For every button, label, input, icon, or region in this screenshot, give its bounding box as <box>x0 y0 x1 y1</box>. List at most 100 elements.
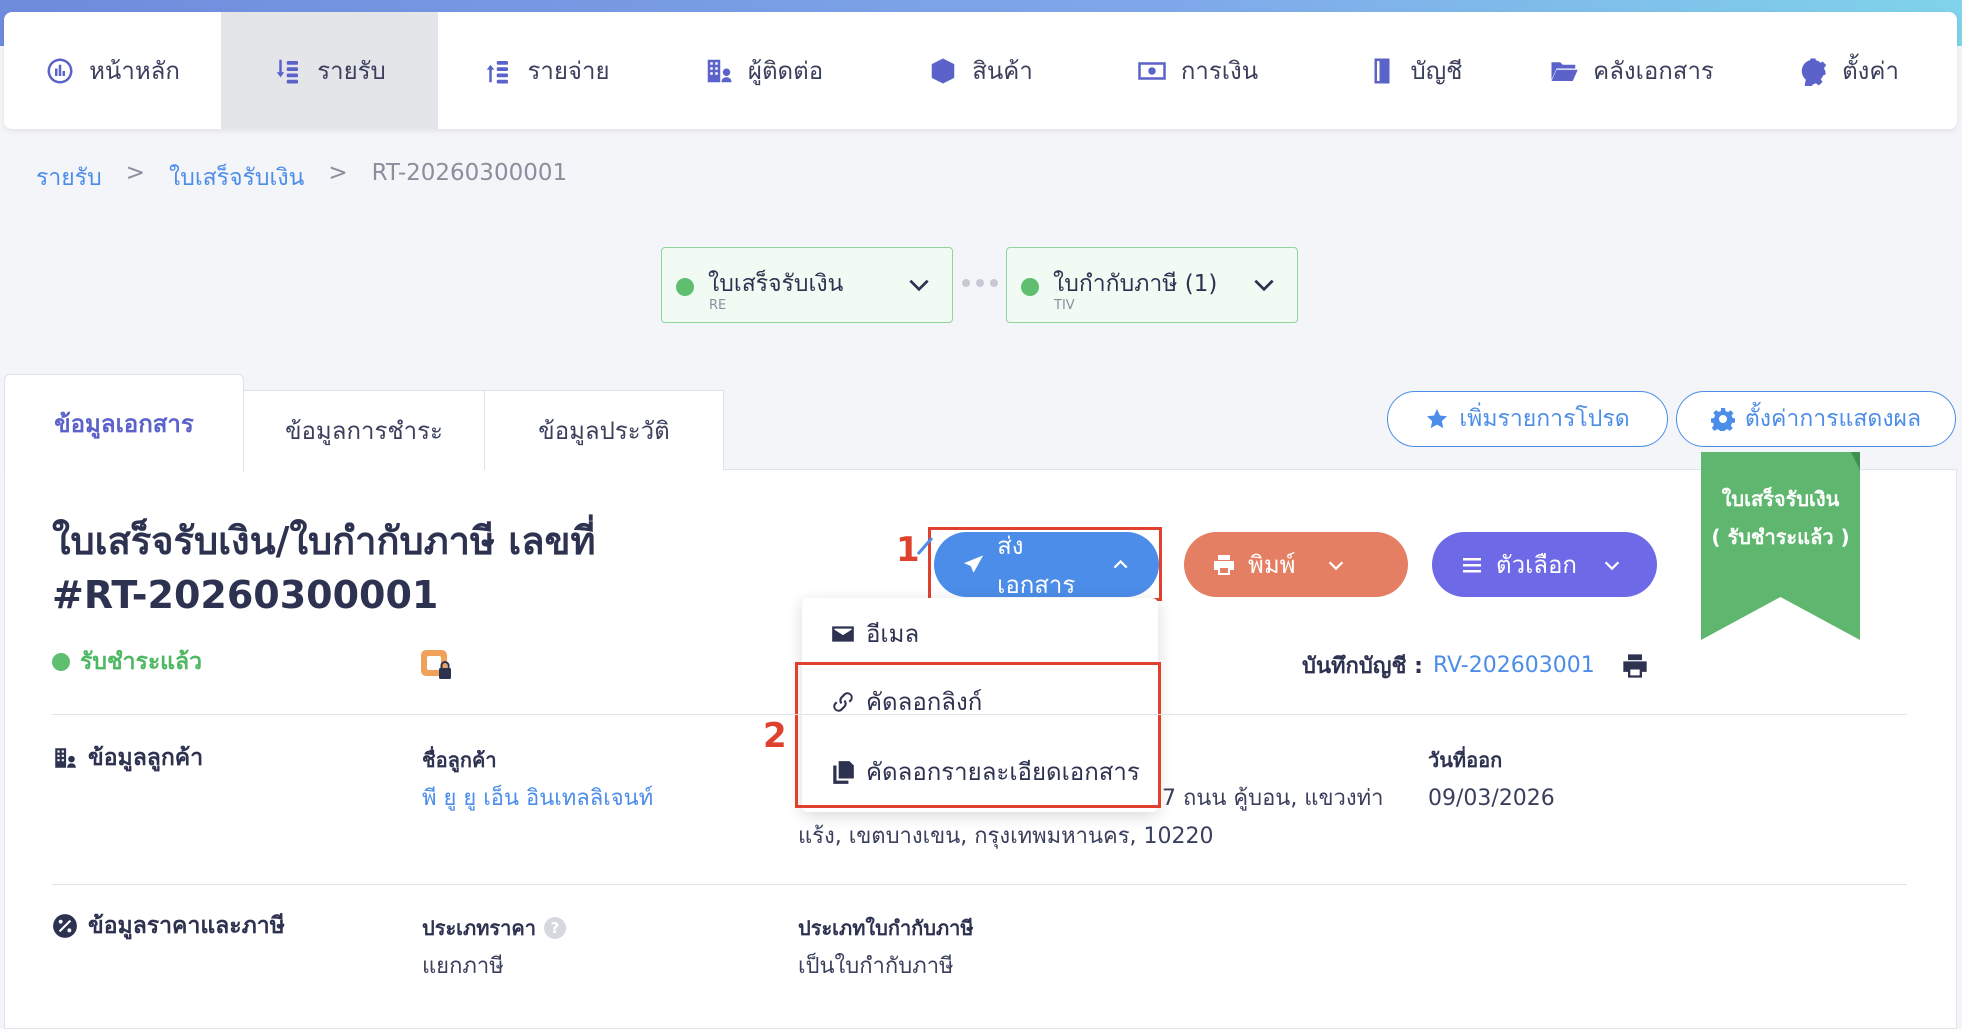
issue-date-label: วันที่ออก <box>1428 748 1503 772</box>
ribbon-line-1: ใบเสร็จรับเงิน <box>1721 487 1840 511</box>
nav-label: การเงิน <box>1180 57 1259 85</box>
nav-item-contacts[interactable]: ผู้ติดต่อ <box>655 12 872 129</box>
main-navbar: หน้าหลัก รายรับ รายจ่าย ผู้ติดต่อ สินค้า… <box>4 12 1957 129</box>
accounting-link[interactable]: RV-202603001 <box>1433 653 1595 678</box>
chevron-down-icon[interactable] <box>906 272 932 298</box>
nav-item-finance[interactable]: การเงิน <box>1089 12 1306 129</box>
percent-badge-icon <box>53 914 77 938</box>
nav-label: บัญชี <box>1410 57 1463 85</box>
ribbon-line-2: ( รับชำระแล้ว ) <box>1711 525 1850 549</box>
flow-receipt-pill[interactable]: ใบเสร็จรับเงิน RE <box>661 247 953 323</box>
menu-label-email: อีเมล <box>866 620 920 648</box>
nav-label: คลังเอกสาร <box>1593 57 1714 85</box>
customer-name-label: ชื่อลูกค้า <box>422 748 497 772</box>
breadcrumb-current: RT-20260300001 <box>371 160 568 186</box>
nav-item-income[interactable]: รายรับ <box>221 12 438 129</box>
menu-lines-icon <box>1463 557 1481 572</box>
product-box-icon <box>931 58 955 83</box>
breadcrumb-separator: > <box>328 160 348 186</box>
highlight-copy-options <box>795 662 1161 808</box>
dashboard-icon <box>47 58 73 83</box>
price-type-label-row: ประเภทราคา ? <box>422 912 566 944</box>
print-button[interactable]: พิมพ์ <box>1184 532 1408 597</box>
tax-invoice-type-value: เป็นใบกำกับภาษี <box>798 954 954 979</box>
nav-label: รายรับ <box>317 57 386 85</box>
pricing-section-title: ข้อมูลราคาและภาษี <box>52 908 285 944</box>
ribbon-text: ใบเสร็จรับเงิน ( รับชำระแล้ว ) <box>1701 480 1860 556</box>
breadcrumb-receipt-link[interactable]: ใบเสร็จรับเงิน <box>169 160 304 196</box>
status-dot <box>52 653 70 671</box>
nav-item-home[interactable]: หน้าหลัก <box>4 12 221 129</box>
flow-title: ใบเสร็จรับเงิน <box>708 271 844 297</box>
gear-icon <box>1710 408 1735 431</box>
accounting-record: บันทึกบัญชี : RV-202603001 <box>1302 648 1649 683</box>
customer-section-title: ข้อมูลลูกค้า <box>52 740 203 776</box>
divider <box>52 714 1907 715</box>
help-icon[interactable]: ? <box>543 917 566 939</box>
cursor-tick-icon <box>916 537 934 555</box>
income-icon <box>276 59 299 83</box>
display-settings-label: ตั้งค่าการแสดงผล <box>1744 406 1922 432</box>
expense-icon <box>487 60 509 83</box>
nav-label: สินค้า <box>972 57 1033 85</box>
printer-icon <box>1214 554 1234 575</box>
tab-payment-info[interactable]: ข้อมูลการชำระ <box>243 390 485 470</box>
nav-label: รายจ่าย <box>527 57 610 85</box>
tab-history-info[interactable]: ข้อมูลประวัติ <box>484 390 724 470</box>
locked-document-icon <box>421 650 451 679</box>
nav-item-accounting[interactable]: บัญชี <box>1306 12 1523 129</box>
tab-document-info[interactable]: ข้อมูลเอกสาร <box>4 374 244 472</box>
nav-item-documents[interactable]: คลังเอกสาร <box>1523 12 1740 129</box>
nav-item-products[interactable]: สินค้า <box>872 12 1089 129</box>
nav-label: ตั้งค่า <box>1842 57 1899 85</box>
customer-address-line-2: แร้ง, เขตบางเขน, กรุงเทพมหานคร, 10220 <box>798 824 1214 849</box>
print-label: พิมพ์ <box>1248 551 1296 579</box>
add-favorite-button[interactable]: เพิ่มรายการโปรด <box>1387 391 1668 447</box>
add-favorite-label: เพิ่มรายการโปรด <box>1459 406 1630 432</box>
customer-name-link[interactable]: พี ยู ยู เอ็น อินเทลลิเจนท์ <box>422 780 653 818</box>
status-label: รับชำระแล้ว <box>80 649 203 675</box>
contacts-icon <box>707 59 732 82</box>
gear-icon <box>1801 58 1827 86</box>
options-label: ตัวเลือก <box>1496 551 1577 579</box>
display-settings-button[interactable]: ตั้งค่าการแสดงผล <box>1676 391 1956 447</box>
annotation-number-2: 2 <box>763 716 787 756</box>
flow-title: ใบกำกับภาษี (1) <box>1053 271 1218 297</box>
flow-tax-invoice-pill[interactable]: ใบกำกับภาษี (1) TIV <box>1006 247 1298 323</box>
breadcrumb-separator: > <box>125 160 145 186</box>
money-icon <box>1138 61 1166 80</box>
flow-connector <box>962 279 998 287</box>
nav-item-expense[interactable]: รายจ่าย <box>438 12 655 129</box>
nav-item-settings[interactable]: ตั้งค่า <box>1740 12 1957 129</box>
price-type-value: แยกภาษี <box>422 954 504 979</box>
breadcrumb: รายรับ > ใบเสร็จรับเงิน > RT-20260300001 <box>36 160 567 196</box>
document-status: รับชำระแล้ว <box>52 644 202 680</box>
issue-date-value: 09/03/2026 <box>1428 786 1555 811</box>
chevron-down-icon[interactable] <box>1601 554 1623 576</box>
nav-label: หน้าหลัก <box>89 57 180 85</box>
status-dot <box>1021 278 1039 296</box>
document-title: ใบเสร็จรับเงิน/ใบกำกับภาษี เลขที่ #RT-20… <box>52 519 596 617</box>
divider <box>52 884 1907 885</box>
customer-address-line-1: 7 ถนน คู้บอน, แขวงท่า <box>1162 786 1384 811</box>
chevron-down-icon[interactable] <box>1251 272 1277 298</box>
highlight-send-button <box>928 527 1162 601</box>
flow-code: TIV <box>1054 298 1075 313</box>
envelope-icon <box>832 625 854 642</box>
price-type-label: ประเภทราคา <box>422 916 536 940</box>
tax-invoice-type-label: ประเภทใบกำกับภาษี <box>798 916 974 940</box>
contacts-icon <box>55 748 76 768</box>
menu-item-email[interactable]: อีเมล <box>830 614 919 653</box>
accounting-label: บันทึกบัญชี : <box>1302 654 1423 679</box>
nav-label: ผู้ติดต่อ <box>747 57 824 85</box>
folder-icon <box>1551 61 1578 81</box>
ledger-icon <box>1374 58 1389 83</box>
pricing-section-label: ข้อมูลราคาและภาษี <box>88 913 285 939</box>
options-button[interactable]: ตัวเลือก <box>1432 532 1657 597</box>
breadcrumb-income-link[interactable]: รายรับ <box>36 160 102 196</box>
status-dot <box>676 278 694 296</box>
flow-code: RE <box>709 298 727 313</box>
printer-icon[interactable] <box>1621 652 1649 680</box>
customer-section-label: ข้อมูลลูกค้า <box>88 745 204 771</box>
chevron-down-icon[interactable] <box>1325 554 1347 576</box>
